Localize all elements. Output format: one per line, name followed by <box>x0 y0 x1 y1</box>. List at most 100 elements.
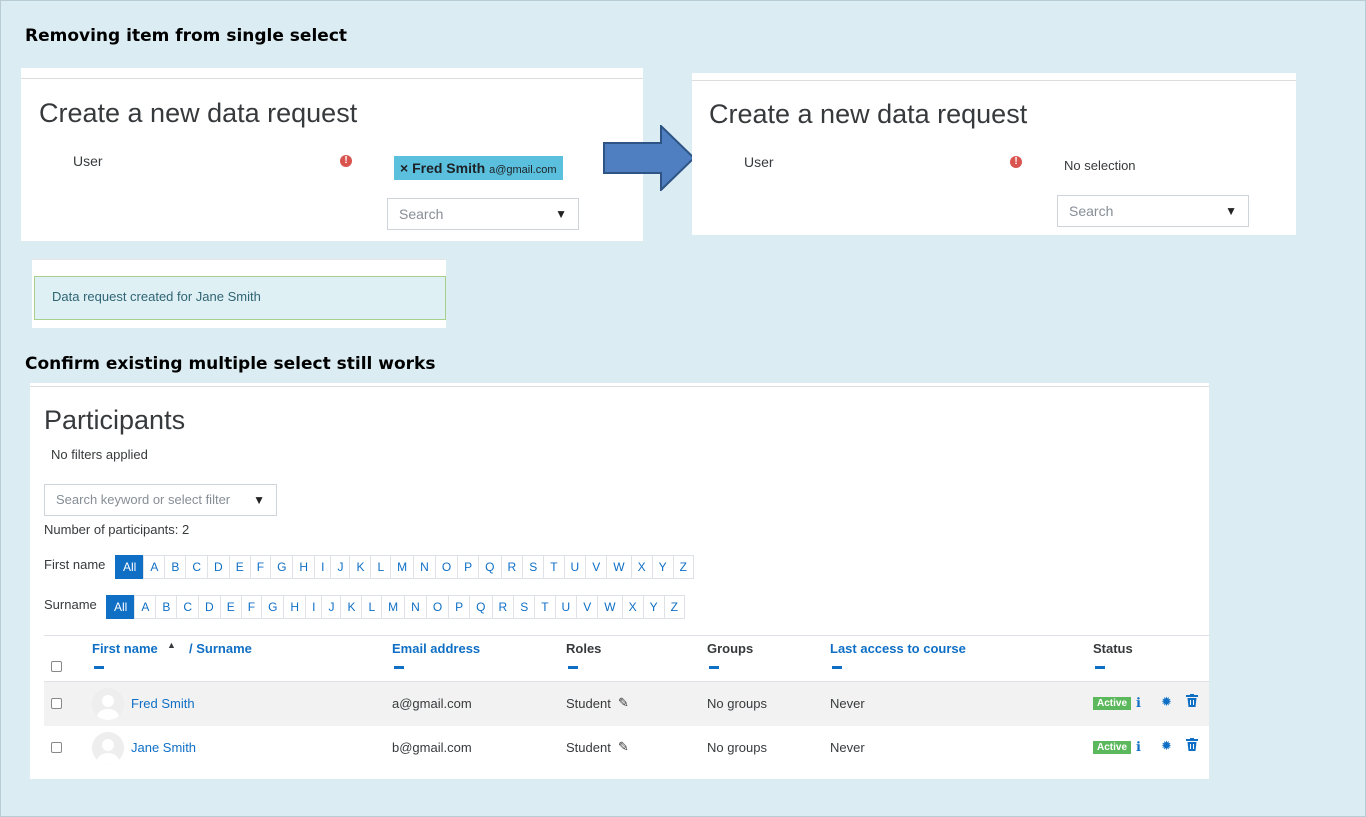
row-checkbox[interactable] <box>51 698 62 709</box>
surname-initial-d[interactable]: D <box>198 595 221 619</box>
surname-initial-f[interactable]: F <box>240 595 263 619</box>
collapse-roles-icon[interactable] <box>568 666 578 669</box>
status-badge: Active <box>1093 741 1132 754</box>
col-status: Status <box>1093 641 1133 656</box>
surname-initial-v[interactable]: V <box>576 595 599 619</box>
surname-initial-a[interactable]: A <box>134 595 157 619</box>
first-name-initial-e[interactable]: E <box>228 555 251 579</box>
first-name-initial-k[interactable]: K <box>349 555 372 579</box>
form-before-panel: Create a new data request User ! × Fred … <box>21 68 643 241</box>
first-name-initial-r[interactable]: R <box>500 555 524 579</box>
gear-icon[interactable]: ✹ <box>1161 694 1172 710</box>
user-search-select[interactable]: Search ▼ <box>387 198 579 230</box>
first-name-initial-s[interactable]: S <box>522 555 545 579</box>
first-name-initial-y[interactable]: Y <box>651 555 674 579</box>
remove-icon[interactable]: × <box>400 160 408 176</box>
surname-initial-r[interactable]: R <box>491 595 515 619</box>
caret-down-icon: ▼ <box>253 493 265 507</box>
surname-initial-w[interactable]: W <box>597 595 623 619</box>
first-name-initial-d[interactable]: D <box>207 555 230 579</box>
collapse-groups-icon[interactable] <box>709 666 719 669</box>
surname-initial-n[interactable]: N <box>404 595 427 619</box>
first-name-initial-n[interactable]: N <box>413 555 436 579</box>
first-name-initial-a[interactable]: A <box>143 555 166 579</box>
selected-user-name: Fred Smith <box>412 160 486 176</box>
first-name-initial-w[interactable]: W <box>606 555 632 579</box>
first-name-initial-j[interactable]: J <box>330 555 351 579</box>
surname-initial-u[interactable]: U <box>554 595 578 619</box>
sort-surname[interactable]: / Surname <box>189 641 252 656</box>
participant-name-link[interactable]: Jane Smith <box>131 740 196 755</box>
surname-initial-all[interactable]: All <box>106 595 136 619</box>
first-name-initial-t[interactable]: T <box>543 555 565 579</box>
participant-email: a@gmail.com <box>392 696 472 711</box>
surname-initial-j[interactable]: J <box>321 595 342 619</box>
surname-initial-s[interactable]: S <box>513 595 536 619</box>
edit-pencil-icon[interactable]: ✎ <box>618 695 629 711</box>
gear-icon[interactable]: ✹ <box>1161 738 1172 754</box>
first-name-initial-g[interactable]: G <box>270 555 294 579</box>
first-name-initial-l[interactable]: L <box>370 555 392 579</box>
collapse-first-name-icon[interactable] <box>94 666 104 669</box>
search-placeholder: Search <box>1069 203 1114 219</box>
info-icon[interactable]: ℹ <box>1136 695 1141 711</box>
participants-panel: Participants No filters applied Search k… <box>30 383 1209 779</box>
surname-initial-x[interactable]: X <box>621 595 644 619</box>
row-checkbox[interactable] <box>51 742 62 753</box>
user-search-select[interactable]: Search ▼ <box>1057 195 1249 227</box>
first-name-initial-q[interactable]: Q <box>478 555 502 579</box>
first-name-initial-u[interactable]: U <box>563 555 587 579</box>
surname-initial-y[interactable]: Y <box>642 595 665 619</box>
surname-initial-l[interactable]: L <box>361 595 383 619</box>
collapse-status-icon[interactable] <box>1095 666 1105 669</box>
page-title: Create a new data request <box>39 98 358 128</box>
collapse-last-access-icon[interactable] <box>832 666 842 669</box>
first-name-filter-label: First name <box>44 557 106 572</box>
surname-initial-m[interactable]: M <box>381 595 406 619</box>
first-name-initial-b[interactable]: B <box>164 555 187 579</box>
first-name-initial-v[interactable]: V <box>585 555 608 579</box>
first-name-initial-z[interactable]: Z <box>672 555 694 579</box>
collapse-email-icon[interactable] <box>394 666 404 669</box>
selected-user-tag[interactable]: × Fred Smith a@gmail.com <box>394 156 563 180</box>
user-label: User <box>73 153 103 169</box>
participant-email: b@gmail.com <box>392 740 472 755</box>
first-name-initial-m[interactable]: M <box>390 555 415 579</box>
sort-first-name[interactable]: First name <box>92 641 158 656</box>
edit-pencil-icon[interactable]: ✎ <box>618 739 629 755</box>
first-name-initial-p[interactable]: P <box>457 555 480 579</box>
surname-initial-b[interactable]: B <box>155 595 178 619</box>
surname-initial-z[interactable]: Z <box>663 595 685 619</box>
filter-search-select[interactable]: Search keyword or select filter ▼ <box>44 484 277 516</box>
info-icon[interactable]: ℹ <box>1136 739 1141 755</box>
first-name-initial-c[interactable]: C <box>185 555 209 579</box>
select-all-checkbox[interactable] <box>51 661 62 672</box>
surname-initials-bar: All A B C D E F G H I J K L M N O P Q R S T U V W X Y Z <box>106 595 685 619</box>
surname-initial-p[interactable]: P <box>448 595 471 619</box>
first-name-initial-all[interactable]: All <box>115 555 145 579</box>
first-name-initial-o[interactable]: O <box>434 555 459 579</box>
required-icon: ! <box>1010 156 1022 168</box>
surname-initial-i[interactable]: I <box>305 595 323 619</box>
surname-initial-q[interactable]: Q <box>469 595 493 619</box>
surname-initial-e[interactable]: E <box>219 595 242 619</box>
surname-initial-c[interactable]: C <box>176 595 200 619</box>
surname-initial-t[interactable]: T <box>534 595 556 619</box>
surname-initial-k[interactable]: K <box>340 595 363 619</box>
first-name-initial-i[interactable]: I <box>314 555 332 579</box>
participant-name-link[interactable]: Fred Smith <box>131 696 195 711</box>
first-name-initial-x[interactable]: X <box>630 555 653 579</box>
filter-search-placeholder: Search keyword or select filter <box>56 492 231 507</box>
trash-icon[interactable] <box>1186 694 1198 710</box>
first-name-initial-h[interactable]: H <box>292 555 316 579</box>
trash-icon[interactable] <box>1186 738 1198 754</box>
sort-last-access[interactable]: Last access to course <box>830 641 966 656</box>
surname-initial-h[interactable]: H <box>283 595 307 619</box>
surname-initial-o[interactable]: O <box>425 595 450 619</box>
avatar <box>92 688 124 720</box>
first-name-initial-f[interactable]: F <box>249 555 272 579</box>
surname-initial-g[interactable]: G <box>261 595 285 619</box>
participant-count: Number of participants: 2 <box>44 522 190 537</box>
col-roles: Roles <box>566 641 602 656</box>
sort-email[interactable]: Email address <box>392 641 480 656</box>
